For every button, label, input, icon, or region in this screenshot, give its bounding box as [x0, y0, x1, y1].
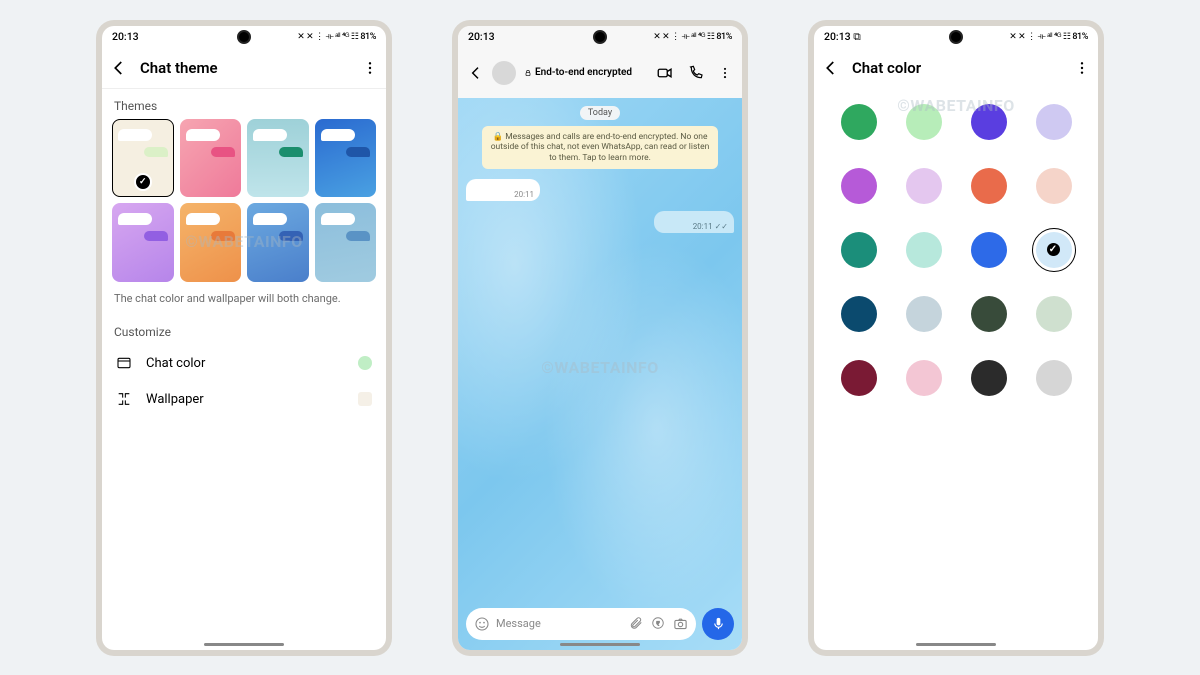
video-call-icon[interactable] — [656, 64, 674, 82]
theme-tile-4[interactable] — [112, 203, 174, 282]
status-time: 20:13 — [112, 30, 139, 43]
theme-tile-7[interactable] — [315, 203, 377, 282]
theme-tile-2[interactable] — [247, 119, 309, 198]
chat-wallpaper: Today 🔒 Messages and calls are end-to-en… — [458, 98, 742, 650]
phone-color-picker: 20:13 ⧉ ✕ ✕ ⋮ ⟛ ᵃˡˡ ⁴ᴳ ☷ 81% Chat color … — [808, 20, 1104, 656]
home-indicator — [916, 643, 996, 646]
page-title: Chat color — [852, 59, 1062, 77]
chat-color-label: Chat color — [146, 356, 205, 371]
mic-button[interactable] — [702, 608, 734, 640]
color-dot-19[interactable] — [1036, 360, 1072, 396]
back-icon[interactable] — [110, 59, 128, 77]
encryption-notice[interactable]: 🔒 Messages and calls are end-to-end encr… — [482, 126, 718, 170]
call-icon[interactable] — [688, 65, 704, 81]
phone-camera — [949, 30, 963, 44]
color-dot-11[interactable] — [1036, 232, 1072, 268]
message-placeholder: Message — [496, 617, 541, 630]
color-dot-9[interactable] — [906, 232, 942, 268]
color-dot-1[interactable] — [906, 104, 942, 140]
chat-color-swatch — [358, 356, 372, 370]
watermark: ©WABETAINFO — [541, 358, 658, 377]
more-icon[interactable] — [1074, 60, 1090, 76]
theme-caption: The chat color and wallpaper will both c… — [102, 282, 386, 315]
home-indicator — [560, 643, 640, 646]
date-chip: Today — [580, 106, 620, 120]
theme-tile-6[interactable] — [247, 203, 309, 282]
more-icon[interactable] — [362, 60, 378, 76]
back-icon[interactable] — [822, 59, 840, 77]
phone-theme-settings: 20:13 ✕ ✕ ⋮ ⟛ ᵃˡˡ ⁴ᴳ ☷ 81% Chat theme Th… — [96, 20, 392, 656]
phone-camera — [237, 30, 251, 44]
outgoing-message[interactable]: 20:11 ✓✓ — [654, 211, 734, 233]
home-indicator — [204, 643, 284, 646]
phone-chat-preview: 20:13 ✕ ✕ ⋮ ⟛ ᵃˡˡ ⁴ᴳ ☷ 81% End-to-end en… — [452, 20, 748, 656]
status-time: 20:13 — [468, 30, 495, 43]
avatar[interactable] — [492, 61, 516, 85]
svg-text:₹: ₹ — [656, 620, 659, 627]
color-dot-3[interactable] — [1036, 104, 1072, 140]
customize-label: Customize — [102, 315, 386, 345]
color-dot-2[interactable] — [971, 104, 1007, 140]
color-dot-12[interactable] — [841, 296, 877, 332]
emoji-icon[interactable] — [474, 616, 490, 632]
more-icon[interactable] — [718, 66, 732, 80]
chat-header: End-to-end encrypted — [458, 48, 742, 98]
back-icon[interactable] — [468, 65, 484, 81]
palette-icon — [116, 355, 132, 371]
theme-tile-5[interactable] — [180, 203, 242, 282]
themes-label: Themes — [102, 89, 386, 119]
color-dot-16[interactable] — [841, 360, 877, 396]
color-dot-14[interactable] — [971, 296, 1007, 332]
wallpaper-icon — [116, 391, 132, 407]
chat-title[interactable]: End-to-end encrypted — [524, 67, 632, 78]
status-indicators: ✕ ✕ ⋮ ⟛ ᵃˡˡ ⁴ᴳ ☷ 81% — [653, 31, 732, 42]
color-dot-8[interactable] — [841, 232, 877, 268]
color-dot-18[interactable] — [971, 360, 1007, 396]
status-indicators: ✕ ✕ ⋮ ⟛ ᵃˡˡ ⁴ᴳ ☷ 81% — [297, 31, 376, 42]
chat-color-row[interactable]: Chat color — [102, 345, 386, 381]
message-input[interactable]: Message ₹ — [466, 608, 696, 640]
theme-tile-0[interactable] — [112, 119, 174, 198]
wallpaper-row[interactable]: Wallpaper — [102, 381, 386, 417]
camera-icon[interactable] — [673, 616, 688, 631]
color-grid — [814, 88, 1098, 412]
attach-icon[interactable] — [629, 616, 643, 631]
color-dot-4[interactable] — [841, 168, 877, 204]
color-dot-0[interactable] — [841, 104, 877, 140]
color-dot-15[interactable] — [1036, 296, 1072, 332]
color-dot-7[interactable] — [1036, 168, 1072, 204]
page-title: Chat theme — [140, 59, 350, 77]
themes-grid — [102, 119, 386, 283]
theme-tile-1[interactable] — [180, 119, 242, 198]
color-dot-17[interactable] — [906, 360, 942, 396]
phone-camera — [593, 30, 607, 44]
wallpaper-label: Wallpaper — [146, 392, 204, 407]
theme-tile-3[interactable] — [315, 119, 377, 198]
color-dot-6[interactable] — [971, 168, 1007, 204]
currency-icon[interactable]: ₹ — [651, 616, 665, 631]
status-indicators: ✕ ✕ ⋮ ⟛ ᵃˡˡ ⁴ᴳ ☷ 81% — [1009, 31, 1088, 42]
wallpaper-swatch — [358, 392, 372, 406]
incoming-message[interactable]: 20:11 — [466, 179, 540, 201]
status-time: 20:13 ⧉ — [824, 30, 861, 44]
color-dot-13[interactable] — [906, 296, 942, 332]
color-dot-10[interactable] — [971, 232, 1007, 268]
color-dot-5[interactable] — [906, 168, 942, 204]
